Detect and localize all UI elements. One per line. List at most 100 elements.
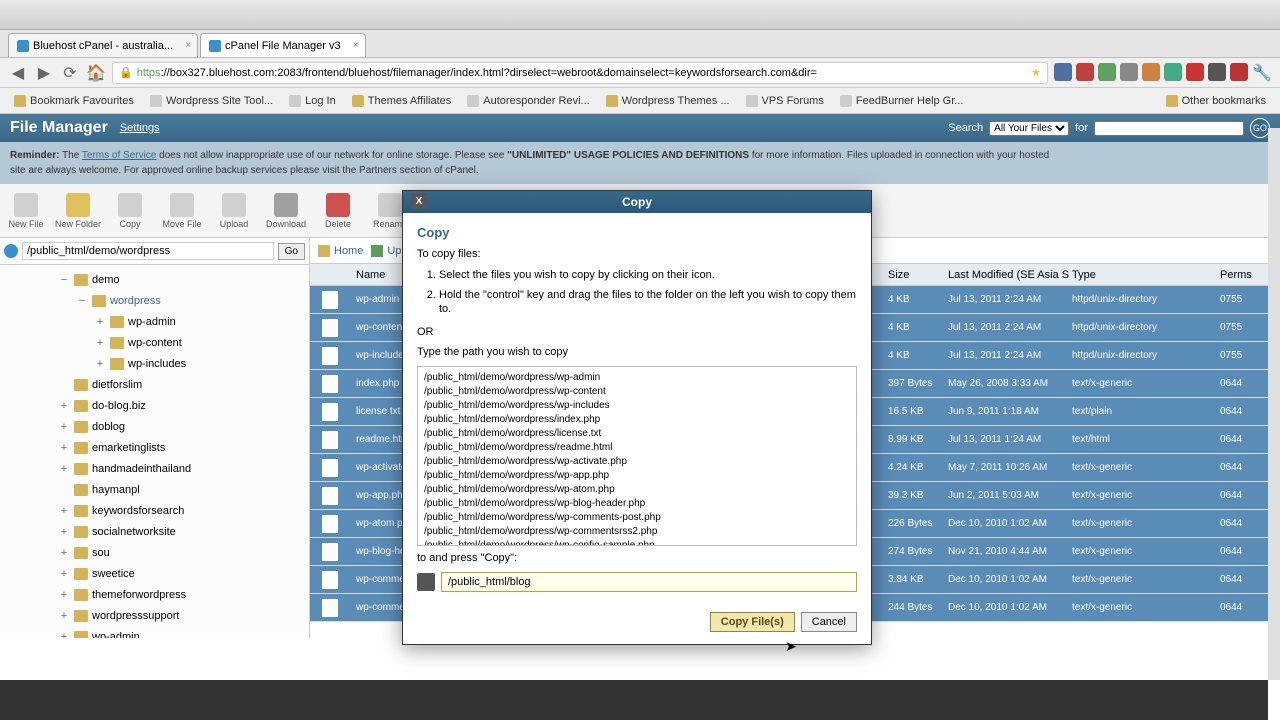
home-button[interactable]: Home [318, 245, 363, 257]
bookmark-autoresponder[interactable]: Autoresponder Revi... [459, 92, 597, 110]
expand-icon[interactable]: + [58, 400, 70, 412]
extension-icon[interactable] [1142, 63, 1160, 81]
extension-icon[interactable] [1054, 63, 1072, 81]
file-icon [322, 319, 338, 337]
expand-icon[interactable]: + [58, 631, 70, 639]
browser-tab-bluehost[interactable]: Bluehost cPanel - australia... × [8, 33, 198, 57]
bookmark-themes[interactable]: Themes Affiliates [344, 92, 460, 110]
browser-tab-filemanager[interactable]: cPanel File Manager v3 × [200, 33, 366, 57]
new-file-button[interactable]: New File [0, 184, 52, 237]
tab-favicon [17, 40, 29, 52]
reload-button[interactable]: ⟳ [60, 63, 80, 83]
file-date: Jul 13, 2011 2:24 AM [948, 322, 1072, 333]
tree-folder[interactable]: −wordpress [0, 290, 309, 311]
folder-icon [74, 274, 88, 286]
star-icon[interactable]: ★ [1031, 66, 1041, 79]
search-scope-select[interactable]: All Your Files [989, 121, 1069, 136]
search-input[interactable] [1094, 121, 1244, 136]
cancel-button[interactable]: Cancel [801, 612, 857, 632]
tree-folder[interactable]: +wp-admin [0, 626, 309, 638]
home-button[interactable]: 🏠 [86, 63, 106, 83]
extension-icon[interactable] [1120, 63, 1138, 81]
up-button[interactable]: Up [371, 245, 401, 257]
tree-folder[interactable]: dietforslim [0, 374, 309, 395]
path-input[interactable] [22, 242, 274, 260]
tree-folder[interactable]: +wp-includes [0, 353, 309, 374]
tree-folder[interactable]: +wp-admin [0, 311, 309, 332]
tree-folder[interactable]: +wp-content [0, 332, 309, 353]
close-button[interactable]: X [411, 193, 427, 209]
tree-folder[interactable]: +emarketinglists [0, 437, 309, 458]
expand-icon[interactable]: − [76, 295, 88, 307]
wrench-icon[interactable]: 🔧 [1252, 63, 1272, 83]
back-button[interactable]: ◀ [8, 63, 28, 83]
expand-icon[interactable]: + [58, 526, 70, 538]
expand-icon[interactable]: + [94, 316, 106, 328]
expand-icon[interactable]: + [94, 358, 106, 370]
folder-icon [74, 631, 88, 639]
tree-folder[interactable]: +keywordsforsearch [0, 500, 309, 521]
tree-folder[interactable]: +doblog [0, 416, 309, 437]
tree-folder[interactable]: +handmadeinthailand [0, 458, 309, 479]
extension-icon[interactable] [1208, 63, 1226, 81]
other-bookmarks[interactable]: Other bookmarks [1158, 92, 1274, 110]
expand-icon[interactable]: + [94, 337, 106, 349]
destination-input[interactable] [441, 572, 857, 592]
expand-icon[interactable]: + [58, 421, 70, 433]
download-button[interactable]: Download [260, 184, 312, 237]
tree-folder[interactable]: +sou [0, 542, 309, 563]
tree-folder[interactable]: − demo [0, 269, 309, 290]
expand-icon[interactable]: + [58, 610, 70, 622]
search-label: Search [948, 122, 983, 134]
copy-button[interactable]: Copy [104, 184, 156, 237]
forward-button[interactable]: ▶ [34, 63, 54, 83]
extension-icon[interactable] [1098, 63, 1116, 81]
source-files-list[interactable]: /public_html/demo/wordpress/wp-admin/pub… [417, 366, 857, 546]
expand-icon[interactable]: − [58, 274, 70, 286]
folder-icon [74, 379, 88, 391]
tree-folder[interactable]: haymanpl [0, 479, 309, 500]
new-folder-button[interactable]: New Folder [52, 184, 104, 237]
extension-icon[interactable] [1230, 63, 1248, 81]
tree-folder[interactable]: +do-blog.biz [0, 395, 309, 416]
copy-files-button[interactable]: Copy File(s) [710, 612, 795, 632]
url-input[interactable]: 🔒 https://box327.bluehost.com:2083/front… [112, 62, 1048, 84]
close-icon[interactable]: × [185, 40, 191, 51]
bookmark-feedburner[interactable]: FeedBurner Help Gr... [832, 92, 972, 110]
or-label: OR [417, 326, 857, 338]
expand-icon[interactable]: + [58, 547, 70, 559]
tree-folder[interactable]: +socialnetworksite [0, 521, 309, 542]
settings-link[interactable]: Settings [120, 122, 160, 134]
expand-icon[interactable]: + [58, 589, 70, 601]
scrollbar-vertical[interactable] [1268, 128, 1280, 680]
search-go-button[interactable]: GO [1250, 118, 1270, 138]
move-file-button[interactable]: Move File [156, 184, 208, 237]
extension-icon[interactable] [1164, 63, 1182, 81]
tree-folder[interactable]: +themeforwordpress [0, 584, 309, 605]
bookmark-vps[interactable]: VPS Forums [738, 92, 832, 110]
bookmark-wp-site-tool[interactable]: Wordpress Site Tool... [142, 92, 281, 110]
col-type[interactable]: Type [1072, 269, 1220, 281]
expand-icon[interactable]: + [58, 568, 70, 580]
bookmark-favourites[interactable]: Bookmark Favourites [6, 92, 142, 110]
dialog-titlebar[interactable]: X Copy [403, 191, 871, 213]
col-size[interactable]: Size [888, 269, 948, 281]
extension-icon[interactable] [1186, 63, 1204, 81]
extension-icon[interactable] [1076, 63, 1094, 81]
upload-button[interactable]: Upload [208, 184, 260, 237]
delete-button[interactable]: Delete [312, 184, 364, 237]
bookmark-login[interactable]: Log In [281, 92, 344, 110]
bookmark-wp-themes[interactable]: Wordpress Themes ... [598, 92, 738, 110]
path-go-button[interactable]: Go [278, 243, 305, 260]
file-date: Jun 9, 2011 1:18 AM [948, 406, 1072, 417]
col-date[interactable]: Last Modified (SE Asia S [948, 269, 1072, 281]
tree-folder[interactable]: +sweetice [0, 563, 309, 584]
folder-label: demo [92, 274, 120, 286]
tos-link[interactable]: Terms of Service [82, 150, 156, 161]
expand-icon[interactable]: + [58, 463, 70, 475]
close-icon[interactable]: × [353, 40, 359, 51]
folder-tree[interactable]: −demo−wordpress+wp-admin+wp-content+wp-i… [0, 265, 309, 638]
expand-icon[interactable]: + [58, 442, 70, 454]
expand-icon[interactable]: + [58, 505, 70, 517]
tree-folder[interactable]: +wordpresssupport [0, 605, 309, 626]
